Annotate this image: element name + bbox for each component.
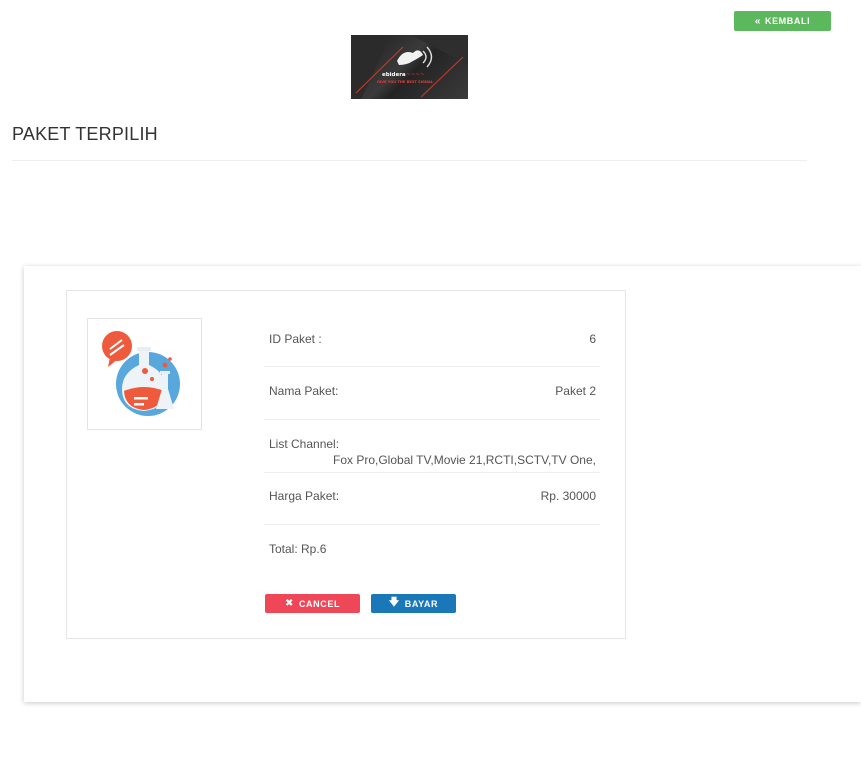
cancel-label: CANCEL bbox=[298, 598, 341, 609]
row-divider bbox=[264, 419, 600, 420]
double-chevron-left-icon: « bbox=[754, 15, 761, 27]
title-divider bbox=[12, 160, 807, 161]
list-channel-value: Fox Pro,Global TV,Movie 21,RCTI,SCTV,TV … bbox=[333, 453, 596, 467]
x-icon: ✖ bbox=[284, 598, 294, 609]
id-paket-value: 6 bbox=[589, 332, 596, 346]
brand-logo: ebidera ~~~~ GIVE YOU THE BEST SIGNAL bbox=[351, 35, 468, 99]
cancel-button[interactable]: ✖ CANCEL bbox=[265, 594, 360, 613]
bayar-button[interactable]: 🡇 BAYAR bbox=[371, 594, 456, 613]
id-paket-label: ID Paket : bbox=[269, 332, 322, 346]
logo-tagline: GIVE YOU THE BEST SIGNAL bbox=[377, 80, 434, 84]
total-text: Total: Rp.6 bbox=[269, 542, 327, 556]
logo-graphic: ebidera ~~~~ GIVE YOU THE BEST SIGNAL bbox=[351, 35, 468, 99]
row-divider bbox=[264, 366, 600, 367]
bayar-label: BAYAR bbox=[404, 598, 439, 609]
nama-paket-value: Paket 2 bbox=[555, 384, 596, 398]
svg-text:~~~~: ~~~~ bbox=[406, 72, 425, 78]
flask-chemistry-icon bbox=[102, 331, 180, 416]
package-image bbox=[87, 318, 202, 430]
page-title: PAKET TERPILIH bbox=[12, 124, 158, 144]
harga-paket-value: Rp. 30000 bbox=[540, 489, 596, 503]
row-divider bbox=[264, 524, 600, 525]
row-divider bbox=[264, 472, 600, 473]
kembali-button[interactable]: « KEMBALI bbox=[734, 11, 831, 31]
kembali-label: KEMBALI bbox=[764, 16, 811, 26]
list-channel-label: List Channel: bbox=[269, 437, 340, 451]
arrow-down-icon: 🡇 bbox=[388, 597, 400, 608]
logo-wordmark: ebidera bbox=[382, 72, 406, 78]
nama-paket-label: Nama Paket: bbox=[269, 384, 339, 398]
harga-paket-label: Harga Paket: bbox=[269, 489, 340, 503]
